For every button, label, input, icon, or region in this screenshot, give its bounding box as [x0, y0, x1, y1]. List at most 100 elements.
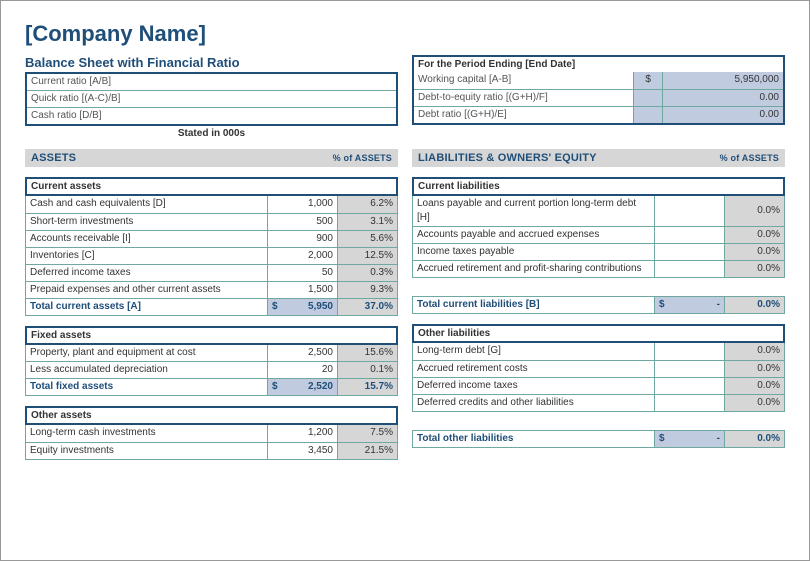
line-value: 1,000	[268, 196, 338, 213]
line-pct: 0.1%	[338, 362, 398, 379]
liabilities-header: LIABILITIES & OWNERS' EQUITY % of ASSETS	[412, 149, 785, 167]
line-value: 1,200	[268, 425, 338, 442]
current-liabilities-total: Total current liabilities [B] $- 0.0%	[412, 296, 785, 314]
line-label: Accrued retirement costs	[413, 360, 655, 377]
ratio-label: Debt-to-equity ratio [(G+H)/F]	[413, 89, 634, 106]
line-pct: 0.3%	[338, 264, 398, 281]
ratio-value	[317, 91, 397, 108]
currency-symbol	[634, 89, 663, 106]
line-value: 20	[268, 362, 338, 379]
ratio-label: Cash ratio [D/B]	[26, 108, 317, 126]
ratio-label: Working capital [A-B]	[413, 72, 634, 89]
left-column: Current assets Cash and cash equivalents…	[25, 167, 398, 460]
line-label: Deferred income taxes	[26, 264, 268, 281]
other-liabilities-total: Total other liabilities $- 0.0%	[412, 430, 785, 448]
line-value	[655, 377, 725, 394]
line-label: Long-term debt [G]	[413, 343, 655, 360]
line-pct: 6.2%	[338, 196, 398, 213]
fixed-assets-section: Fixed assets Property, plant and equipme…	[25, 326, 398, 397]
other-liabilities-table: Long-term debt [G] 0.0% Accrued retiremen…	[412, 343, 785, 412]
line-label: Less accumulated depreciation	[26, 362, 268, 379]
line-pct: 0.0%	[725, 360, 785, 377]
line-value: 2,000	[268, 247, 338, 264]
line-pct: 0.0%	[725, 244, 785, 261]
currency-symbol: $	[634, 72, 663, 89]
ratio-value: 0.00	[663, 89, 784, 106]
total-pct: 37.0%	[338, 298, 398, 315]
section-title: Other assets	[25, 406, 398, 425]
total-label: Total fixed assets	[26, 379, 268, 396]
stated-caption: Stated in 000s	[25, 126, 398, 143]
line-label: Income taxes payable	[413, 244, 655, 261]
current-liabilities-table: Loans payable and current portion long-t…	[412, 196, 785, 278]
line-label: Accrued retirement and profit-sharing co…	[413, 261, 655, 278]
total-value: $5,950	[268, 298, 338, 315]
total-pct: 0.0%	[725, 430, 785, 447]
line-value	[655, 196, 725, 227]
line-pct: 0.0%	[725, 394, 785, 411]
other-assets-section: Other assets Long-term cash investments1…	[25, 406, 398, 460]
line-label: Equity investments	[26, 442, 268, 459]
line-label: Inventories [C]	[26, 247, 268, 264]
fixed-assets-table: Property, plant and equipment at cost2,5…	[25, 345, 398, 397]
other-assets-table: Long-term cash investments1,2007.5% Equi…	[25, 425, 398, 460]
ratio-value: 5,950,000	[663, 72, 784, 89]
line-pct: 0.0%	[725, 227, 785, 244]
total-pct: 0.0%	[725, 297, 785, 314]
line-pct: 0.0%	[725, 377, 785, 394]
total-value: $-	[655, 297, 725, 314]
assets-pct-label: % of ASSETS	[333, 153, 392, 163]
line-pct: 0.0%	[725, 196, 785, 227]
company-title: [Company Name]	[25, 21, 785, 47]
section-title: Current assets	[25, 177, 398, 196]
line-pct: 5.6%	[338, 230, 398, 247]
ratio-label: Debt ratio [(G+H)/E]	[413, 106, 634, 124]
ratio-value	[317, 108, 397, 126]
left-top-block: Balance Sheet with Financial Ratio Curre…	[25, 55, 398, 143]
current-assets-table: Cash and cash equivalents [D]1,0006.2% S…	[25, 196, 398, 316]
total-value: $-	[655, 430, 725, 447]
other-liabilities-section: Other liabilities Long-term debt [G] 0.0%…	[412, 324, 785, 448]
section-title: Fixed assets	[25, 326, 398, 345]
liabilities-pct-label: % of ASSETS	[720, 153, 779, 163]
total-label: Total current assets [A]	[26, 298, 268, 315]
line-value: 500	[268, 213, 338, 230]
line-value	[655, 394, 725, 411]
line-label: Deferred credits and other liabilities	[413, 394, 655, 411]
line-value	[655, 343, 725, 360]
line-label: Loans payable and current portion long-t…	[413, 196, 655, 227]
line-pct: 3.1%	[338, 213, 398, 230]
total-label: Total current liabilities [B]	[413, 297, 655, 314]
line-pct: 15.6%	[338, 345, 398, 362]
line-label: Property, plant and equipment at cost	[26, 345, 268, 362]
line-label: Cash and cash equivalents [D]	[26, 196, 268, 213]
line-pct: 0.0%	[725, 261, 785, 278]
left-ratio-box: Current ratio [A/B] Quick ratio [(A-C)/B…	[25, 72, 398, 126]
line-value	[655, 360, 725, 377]
total-label: Total other liabilities	[413, 430, 655, 447]
line-label: Accounts payable and accrued expenses	[413, 227, 655, 244]
section-title: Other liabilities	[412, 324, 785, 343]
current-liabilities-section: Current liabilities Loans payable and cu…	[412, 177, 785, 314]
line-value	[655, 244, 725, 261]
assets-title: ASSETS	[31, 152, 76, 164]
line-value: 2,500	[268, 345, 338, 362]
line-label: Long-term cash investments	[26, 425, 268, 442]
ratio-label: Current ratio [A/B]	[26, 73, 317, 91]
ratio-label: Quick ratio [(A-C)/B]	[26, 91, 317, 108]
line-label: Accounts receivable [I]	[26, 230, 268, 247]
liabilities-title: LIABILITIES & OWNERS' EQUITY	[418, 152, 597, 164]
line-value: 1,500	[268, 281, 338, 298]
subtitle: Balance Sheet with Financial Ratio	[25, 55, 398, 70]
current-assets-section: Current assets Cash and cash equivalents…	[25, 177, 398, 316]
line-value: 900	[268, 230, 338, 247]
ratio-value	[317, 73, 397, 91]
line-pct: 9.3%	[338, 281, 398, 298]
line-pct: 7.5%	[338, 425, 398, 442]
line-value	[655, 261, 725, 278]
line-pct: 21.5%	[338, 442, 398, 459]
section-title: Current liabilities	[412, 177, 785, 196]
line-value	[655, 227, 725, 244]
line-label: Deferred income taxes	[413, 377, 655, 394]
total-value: $2,520	[268, 379, 338, 396]
